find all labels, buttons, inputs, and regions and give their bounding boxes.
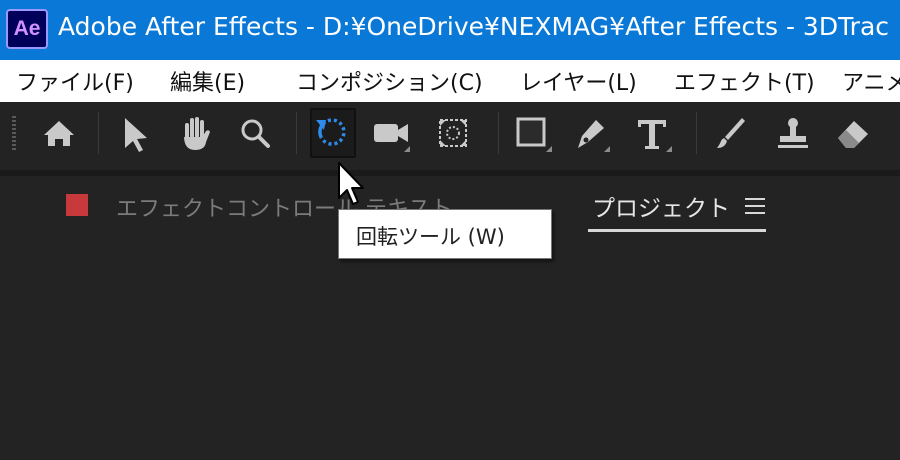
window-title: Adobe After Effects - D:¥OneDrive¥NEXMAG… [58,12,890,41]
hand-tool-icon [184,117,210,150]
tools-panel [0,102,900,164]
zoom-tool-icon [241,119,270,148]
home-icon [44,121,74,146]
pen-tool-button[interactable] [568,108,614,158]
menu-edit[interactable]: 編集(E) [170,65,245,97]
panel-menu-icon[interactable] [745,198,765,214]
type-tool-button[interactable] [630,108,676,158]
camera-tool-button[interactable] [368,108,414,158]
zoom-tool-button[interactable] [232,108,278,158]
rotate-tool-button[interactable] [310,108,356,158]
menu-layer[interactable]: レイヤー(L) [520,65,637,97]
toolbar-separator [296,112,297,154]
clone-stamp-tool-icon [778,118,808,148]
menu-composition[interactable]: コンポジション(C) [296,65,483,97]
tab-project[interactable]: プロジェクト [592,189,730,223]
selection-tool-button[interactable] [112,108,158,158]
pan-behind-tool-button[interactable] [430,108,476,158]
brush-tool-button[interactable] [708,108,754,158]
toolbar-separator [696,112,697,154]
tooltip: 回転ツール (W) [338,209,552,259]
more-tools-indicator [604,146,610,152]
menu-bar: ファイル(F) 編集(E) コンポジション(C) レイヤー(L) エフェクト(T… [0,60,900,102]
eraser-tool-button[interactable] [830,108,876,158]
menu-animation[interactable]: アニメ [842,65,900,97]
app-icon-label: Ae [13,17,41,40]
eraser-tool-icon [838,121,868,148]
more-tools-indicator [546,146,552,152]
toolbar-separator [498,112,499,154]
rotate-tool-icon [316,118,346,146]
tooltip-text: 回転ツール (W) [356,225,505,249]
hand-tool-button[interactable] [172,108,218,158]
brush-tool-icon [717,118,745,148]
toolbar-grip-handle[interactable] [12,116,16,152]
pan-behind-tool-icon [439,119,467,147]
composition-label-swatch [66,194,88,216]
home-button[interactable] [36,108,82,158]
more-tools-indicator [666,146,672,152]
mouse-cursor-icon [338,162,364,205]
rectangle-tool-button[interactable] [510,108,556,158]
toolbar-separator [98,112,99,154]
panel-divider [0,170,900,176]
menu-effect[interactable]: エフェクト(T) [674,65,815,97]
title-bar: Ae Adobe After Effects - D:¥OneDrive¥NEX… [0,0,900,60]
selection-tool-icon [125,118,147,152]
clone-stamp-tool-button[interactable] [770,108,816,158]
menu-file[interactable]: ファイル(F) [16,65,134,97]
after-effects-app-icon[interactable]: Ae [6,9,48,49]
more-tools-indicator [404,146,410,152]
active-tab-underline [588,229,766,232]
